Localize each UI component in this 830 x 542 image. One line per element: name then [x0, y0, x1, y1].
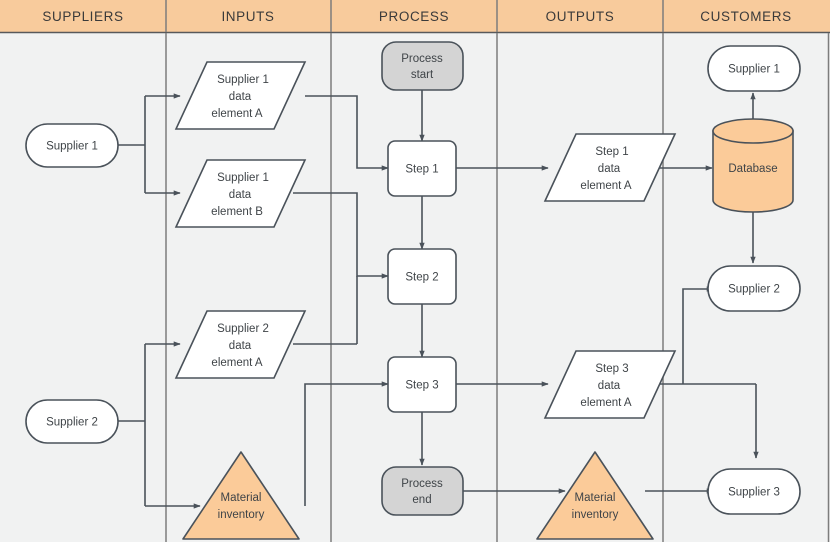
customer-2-label: Supplier 2 [728, 284, 780, 296]
node-step-1[interactable]: Step 1 [387, 140, 457, 197]
input-2-label-line3: element B [211, 206, 263, 218]
sipoc-diagram-canvas: SUPPLIERS INPUTS PROCESS OUTPUTS CUSTOME… [0, 0, 830, 542]
input-1-label-line2: data [229, 91, 252, 103]
supplier-1-label: Supplier 1 [46, 141, 98, 153]
node-process-start[interactable]: Process start [381, 41, 464, 91]
column-header-process: PROCESS [379, 9, 449, 24]
input-material-inventory-label-line1: Material [221, 492, 262, 504]
process-end-shape[interactable] [381, 466, 464, 516]
step-1-label: Step 1 [405, 164, 438, 176]
output-material-inventory-label-line2: inventory [572, 509, 619, 521]
column-header-customers: CUSTOMERS [700, 9, 791, 24]
step-3-label: Step 3 [405, 380, 438, 392]
customer-3-label: Supplier 3 [728, 487, 780, 499]
database-label: Database [728, 163, 777, 175]
node-database[interactable]: Database [712, 118, 794, 213]
input-2-label-line2: data [229, 189, 252, 201]
node-supplier-1[interactable]: Supplier 1 [25, 123, 119, 168]
node-step-3[interactable]: Step 3 [387, 356, 457, 413]
input-3-label-line3: element A [211, 357, 262, 369]
step-2-label: Step 2 [405, 272, 438, 284]
node-process-end[interactable]: Process end [381, 466, 464, 516]
output-3-label-line3: element A [580, 397, 631, 409]
node-step-2[interactable]: Step 2 [387, 248, 457, 305]
input-2-label-line1: Supplier 1 [217, 172, 269, 184]
input-3-label-line1: Supplier 2 [217, 323, 269, 335]
process-start-label-line1: Process [401, 53, 443, 65]
database-top-ellipse [712, 118, 794, 144]
column-header-inputs: INPUTS [221, 9, 274, 24]
output-material-inventory-label-line1: Material [575, 492, 616, 504]
process-end-label-line2: end [412, 494, 431, 506]
node-supplier-2[interactable]: Supplier 2 [25, 399, 119, 444]
output-3-label-line1: Step 3 [595, 363, 628, 375]
customer-1-label: Supplier 1 [728, 64, 780, 76]
output-1-label-line2: data [598, 163, 621, 175]
input-1-label-line1: Supplier 1 [217, 74, 269, 86]
supplier-2-label: Supplier 2 [46, 417, 98, 429]
input-1-label-line3: element A [211, 108, 262, 120]
node-customer-1[interactable]: Supplier 1 [707, 45, 801, 92]
column-header-outputs: OUTPUTS [546, 9, 615, 24]
diagram-svg: SUPPLIERS INPUTS PROCESS OUTPUTS CUSTOME… [0, 0, 830, 542]
output-1-label-line3: element A [580, 180, 631, 192]
output-3-label-line2: data [598, 380, 621, 392]
node-customer-2[interactable]: Supplier 2 [707, 265, 801, 312]
column-header-suppliers: SUPPLIERS [42, 9, 123, 24]
process-start-shape[interactable] [381, 41, 464, 91]
node-customer-3[interactable]: Supplier 3 [707, 468, 801, 515]
input-material-inventory-label-line2: inventory [218, 509, 265, 521]
output-1-label-line1: Step 1 [595, 146, 628, 158]
process-start-label-line2: start [411, 69, 434, 81]
process-end-label-line1: Process [401, 478, 443, 490]
input-3-label-line2: data [229, 340, 252, 352]
column-headers: SUPPLIERS INPUTS PROCESS OUTPUTS CUSTOME… [0, 0, 830, 34]
